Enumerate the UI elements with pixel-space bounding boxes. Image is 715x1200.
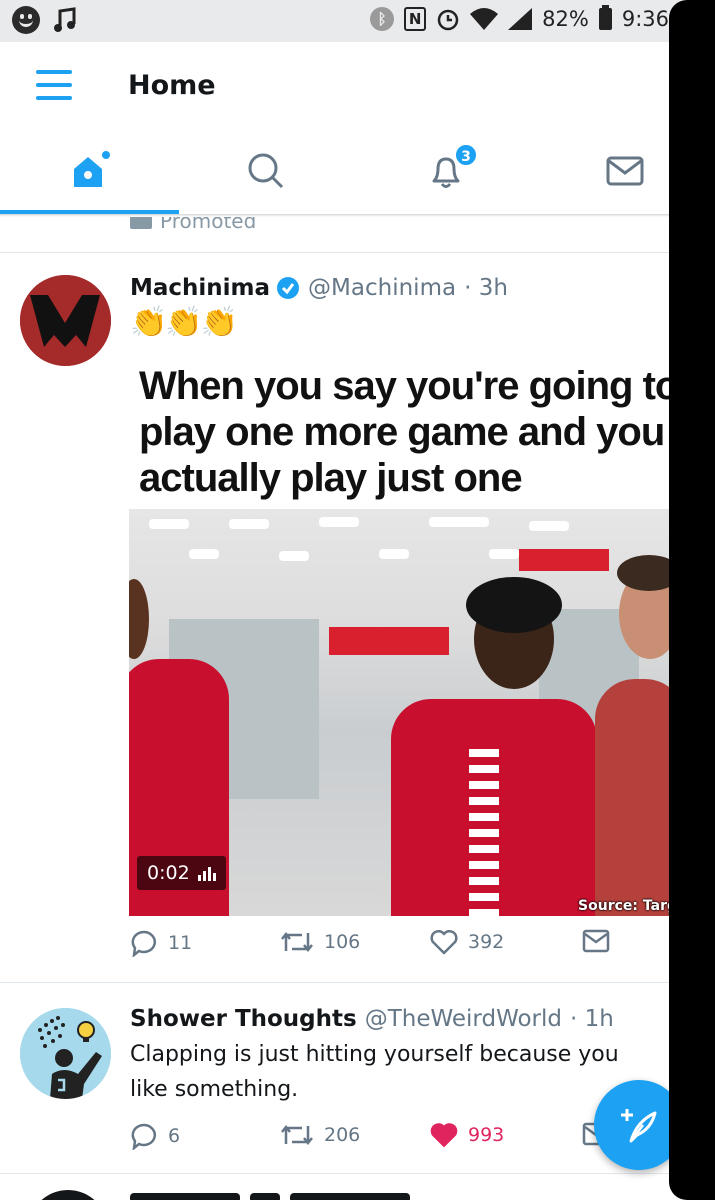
timestamp: · 1h: [569, 1006, 614, 1032]
bluetooth-icon: ᛒ: [370, 7, 395, 31]
menu-icon[interactable]: [36, 70, 72, 102]
handle[interactable]: @Machinima: [308, 275, 456, 301]
tweet-media[interactable]: When you say you're going to play one mo…: [129, 349, 681, 916]
envelope-icon: [606, 156, 644, 186]
app-header: Home: [0, 42, 669, 132]
like-button[interactable]: 392: [430, 929, 504, 955]
notification-badge: 3: [454, 143, 478, 167]
search-icon: [248, 153, 284, 189]
avatar[interactable]: [28, 1190, 108, 1200]
tab-search[interactable]: [206, 132, 326, 210]
tweet-header: Machinima @Machinima · 3h: [130, 275, 508, 301]
volume-icon[interactable]: [197, 865, 216, 881]
retweet-count: 206: [324, 1124, 361, 1146]
tweet-text: 👏👏👏: [130, 305, 238, 340]
display-name[interactable]: Machinima: [130, 275, 270, 301]
like-count: 993: [468, 1124, 505, 1146]
share-dm-button[interactable]: [582, 929, 610, 953]
home-icon: [74, 151, 110, 187]
like-button[interactable]: 993: [430, 1122, 504, 1148]
tweet[interactable]: Shower Thoughts @TheWeirdWorld · 1h Clap…: [0, 984, 669, 1174]
redaction-overlay: [669, 0, 715, 1200]
retweet-count: 106: [324, 931, 361, 953]
smiley-icon: [12, 6, 40, 34]
tab-bar: 3: [0, 132, 669, 216]
machinima-logo-icon: [20, 275, 111, 366]
reply-count: 11: [168, 932, 193, 954]
avatar[interactable]: [20, 1008, 111, 1099]
tab-messages[interactable]: [565, 132, 685, 210]
meme-caption: When you say you're going to play one mo…: [129, 349, 681, 509]
page-title: Home: [128, 70, 216, 101]
music-note-icon: [54, 7, 76, 32]
envelope-icon: [582, 929, 610, 953]
retweet-icon: [281, 1124, 313, 1146]
promoted-icon: [130, 217, 152, 229]
heart-icon: [430, 929, 458, 955]
tweet-actions: 6 206 993: [130, 1122, 670, 1162]
promoted-label: Promoted: [160, 217, 257, 233]
avatar[interactable]: [20, 275, 111, 366]
video-player[interactable]: 0:02 Source: Targ: [129, 509, 681, 916]
next-tweet-header: [130, 1188, 430, 1200]
reply-icon: [131, 1123, 156, 1150]
tweet-actions: 11 106 392: [130, 929, 670, 969]
display-name[interactable]: Shower Thoughts: [130, 1006, 357, 1032]
tab-notifications[interactable]: 3: [386, 132, 506, 210]
source-label: Source: Targ: [578, 898, 677, 914]
like-count: 392: [468, 931, 505, 953]
heart-filled-icon: [430, 1123, 458, 1147]
retweet-button[interactable]: 106: [280, 929, 360, 955]
video-timestamp: 0:02: [137, 856, 226, 890]
clock: 9:36: [621, 7, 669, 31]
reply-button[interactable]: 6: [130, 1122, 180, 1150]
handle[interactable]: @TheWeirdWorld: [365, 1006, 562, 1032]
timestamp: · 3h: [464, 275, 508, 301]
retweet-button[interactable]: 206: [280, 1122, 360, 1148]
retweet-icon: [281, 931, 313, 953]
tweet[interactable]: Machinima @Machinima · 3h 👏👏👏 When you s…: [0, 253, 681, 983]
status-bar: ᛒ N 82% 9:36: [0, 0, 715, 42]
promoted-strip: Promoted: [0, 217, 669, 253]
reply-icon: [131, 930, 156, 957]
shower-thoughts-logo-icon: [20, 1008, 111, 1099]
reply-count: 6: [168, 1125, 181, 1147]
tweet-text: Clapping is just hitting yourself becaus…: [130, 1042, 619, 1102]
alarm-icon: [437, 9, 459, 31]
nfc-icon: N: [404, 7, 427, 31]
compose-feather-icon: [621, 1109, 657, 1143]
tweet-header: Shower Thoughts @TheWeirdWorld · 1h: [130, 1006, 614, 1032]
video-time-label: 0:02: [147, 862, 190, 884]
signal-icon: [508, 8, 533, 30]
tab-home[interactable]: [30, 132, 150, 210]
verified-badge-icon: [277, 277, 300, 299]
battery-icon: [598, 5, 612, 30]
reply-button[interactable]: 11: [130, 929, 192, 957]
battery-percent: 82%: [542, 7, 589, 31]
wifi-icon: [470, 8, 499, 30]
